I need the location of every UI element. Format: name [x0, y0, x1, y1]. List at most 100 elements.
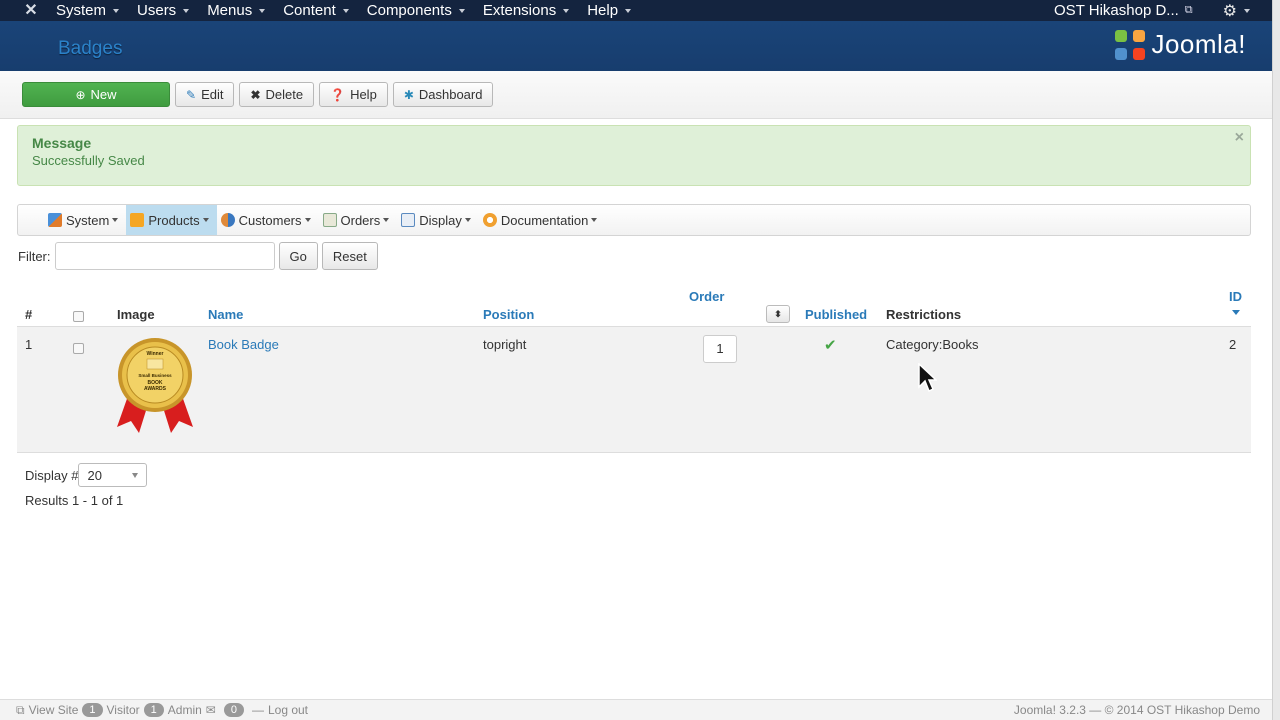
help-button[interactable]: ❓ Help: [319, 82, 388, 107]
envelope-icon[interactable]: ✉: [206, 703, 216, 717]
table-row: 1 Winner Small Business BOOK AWARDS Book…: [17, 327, 1251, 453]
joomla-brand: Joomla!: [1115, 29, 1246, 60]
header-name[interactable]: Name: [208, 307, 243, 322]
site-link[interactable]: OST Hikashop D...: [1054, 2, 1179, 19]
external-link-icon: ⧉: [1184, 4, 1193, 16]
caret-down-icon: [383, 218, 390, 222]
badge-name-link[interactable]: Book Badge: [208, 337, 279, 352]
save-order-button[interactable]: ⬍: [766, 305, 790, 323]
menu-content[interactable]: Content: [283, 2, 349, 19]
submenu-customers[interactable]: Customers: [217, 205, 319, 235]
close-icon: ✖: [250, 87, 261, 102]
pagination: Display # 20: [25, 463, 1272, 487]
hikashop-submenu: System Products Customers Orders Display…: [17, 204, 1251, 236]
dashboard-icon: ✱: [403, 87, 414, 102]
reset-button[interactable]: Reset: [321, 242, 378, 270]
menu-menus[interactable]: Menus: [207, 2, 266, 19]
submenu-products[interactable]: Products: [126, 205, 217, 235]
success-message: Message Successfully Saved ×: [17, 125, 1251, 186]
menu-label: Menus: [207, 2, 253, 19]
menu-label: Users: [137, 2, 177, 19]
badge-restrictions: Category:Books: [886, 337, 979, 352]
menu-label: Help: [587, 2, 619, 19]
display-icon: [401, 213, 416, 227]
submenu-orders[interactable]: Orders: [319, 205, 398, 235]
delete-button[interactable]: ✖ Delete: [239, 82, 315, 107]
submenu-label: Customers: [238, 212, 302, 228]
row-num: 1: [25, 337, 33, 352]
submenu-label: Orders: [340, 212, 381, 228]
menu-help[interactable]: Help: [587, 2, 632, 19]
admin-count-badge: 1: [143, 703, 164, 717]
badges-table: # Image Name Position Order ⬍ Published …: [17, 281, 1251, 453]
scrollbar[interactable]: [1272, 0, 1280, 720]
joomla-wordmark: Joomla!: [1151, 29, 1246, 59]
orders-icon: [322, 213, 337, 227]
button-label: New: [90, 87, 117, 102]
header-position[interactable]: Position: [483, 307, 534, 322]
go-button[interactable]: Go: [278, 242, 318, 270]
menu-label: System: [56, 2, 107, 19]
dashboard-button[interactable]: ✱ Dashboard: [392, 82, 494, 107]
badge-id: 2: [1229, 337, 1237, 352]
order-input[interactable]: 1: [703, 335, 737, 363]
caret-down-icon: [1244, 8, 1250, 13]
filter-input[interactable]: [54, 242, 275, 270]
caret-down-icon: [259, 8, 266, 13]
header-num: #: [25, 307, 33, 322]
sort-desc-icon: [1232, 310, 1240, 315]
submenu-system[interactable]: System: [44, 205, 126, 235]
header-id[interactable]: ID: [1229, 289, 1242, 304]
edit-icon: ✎: [186, 87, 197, 102]
caret-down-icon: [304, 218, 311, 222]
question-circle-icon: ❓: [330, 87, 346, 102]
filter-bar: Filter: Go Reset: [18, 241, 1272, 271]
header-order[interactable]: Order: [689, 289, 724, 304]
joomla-icon[interactable]: ✕: [22, 2, 40, 20]
new-button[interactable]: ⊕ New: [22, 82, 170, 107]
header-published[interactable]: Published: [805, 307, 867, 322]
minus-icon: —: [251, 703, 264, 717]
table-header: # Image Name Position Order ⬍ Published …: [17, 281, 1251, 327]
submenu-label: Products: [148, 212, 200, 228]
users-icon: [220, 213, 235, 227]
display-limit-select[interactable]: 20: [78, 463, 148, 487]
gear-icon[interactable]: ⚙: [1223, 1, 1237, 21]
badge-line1: Winner: [147, 351, 164, 357]
submenu-documentation[interactable]: Documentation: [479, 205, 605, 235]
tools-icon: [48, 213, 62, 227]
button-label: Delete: [265, 87, 304, 102]
top-navbar: ✕ System Users Menus Content Components …: [0, 0, 1272, 21]
filter-label: Filter:: [18, 248, 51, 264]
badge-line4: AWARDS: [144, 386, 167, 392]
menu-users[interactable]: Users: [137, 2, 190, 19]
page-header: Badges Joomla!: [0, 21, 1272, 71]
display-label: Display #: [25, 467, 79, 483]
submenu-display[interactable]: Display: [397, 205, 479, 235]
menu-label: Components: [366, 2, 452, 19]
badge-position: topright: [483, 337, 527, 352]
published-check-icon[interactable]: ✔: [824, 336, 837, 354]
button-label: Help: [350, 87, 377, 102]
mouse-cursor-icon: [918, 363, 937, 393]
submenu-label: Display: [419, 212, 462, 228]
caret-down-icon: [183, 8, 190, 13]
edit-button[interactable]: ✎ Edit: [175, 82, 235, 107]
status-footer: ⧉ View Site 1 Visitor 1 Admin ✉ 0 — Log …: [0, 699, 1272, 720]
caret-down-icon: [563, 8, 570, 13]
menu-extensions[interactable]: Extensions: [483, 2, 570, 19]
menu-system[interactable]: System: [56, 2, 120, 19]
view-site-link[interactable]: View Site: [29, 703, 79, 717]
page: ✕ System Users Menus Content Components …: [0, 0, 1272, 720]
select-value: 20: [87, 467, 102, 483]
plus-circle-icon: ⊕: [75, 87, 86, 102]
select-all-checkbox[interactable]: [73, 311, 84, 322]
results-count: Results 1 - 1 of 1: [25, 493, 124, 508]
admin-label: Admin: [167, 703, 202, 717]
submenu-label: Documentation: [500, 212, 589, 228]
logout-link[interactable]: Log out: [268, 703, 308, 717]
caret-down-icon: [342, 8, 349, 13]
close-icon[interactable]: ×: [1235, 129, 1244, 147]
menu-components[interactable]: Components: [367, 2, 465, 19]
row-checkbox[interactable]: [73, 343, 84, 354]
